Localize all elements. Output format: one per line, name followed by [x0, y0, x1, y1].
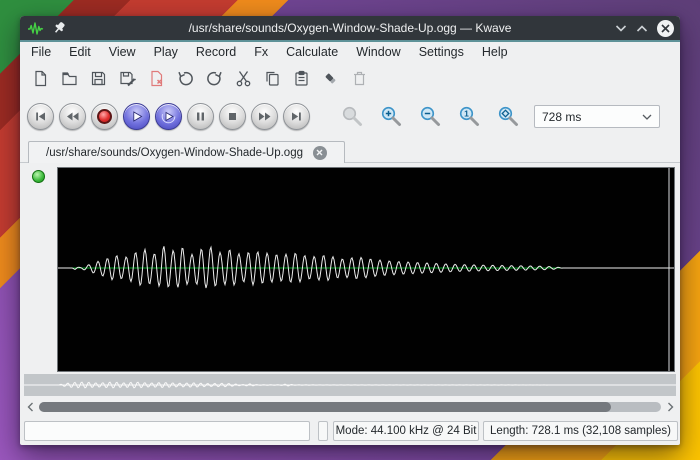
zoom-in-icon[interactable] — [380, 105, 403, 128]
copy-icon — [263, 69, 282, 88]
loop-button[interactable] — [155, 103, 182, 130]
delete-button[interactable] — [345, 64, 374, 93]
close-window-button[interactable] — [657, 20, 674, 37]
channel-led-indicator — [32, 170, 45, 183]
copy-button[interactable] — [258, 64, 287, 93]
zoom-normal-icon[interactable]: 1 — [458, 105, 481, 128]
menu-record[interactable]: Record — [187, 43, 245, 61]
forward-button[interactable] — [251, 103, 278, 130]
menu-file[interactable]: File — [22, 43, 60, 61]
stop-icon — [226, 110, 239, 123]
zoom-tools: 1 — [341, 105, 520, 128]
scroll-left-button[interactable] — [24, 401, 36, 413]
chevron-left-icon — [27, 402, 34, 412]
zoom-level-value: 728 ms — [542, 110, 642, 124]
scrollbar-thumb[interactable] — [39, 402, 611, 412]
save-button[interactable] — [84, 64, 113, 93]
new-file-button[interactable] — [26, 64, 55, 93]
pause-icon — [194, 110, 207, 123]
cut-icon — [234, 69, 253, 88]
menubar: File Edit View Play Record Fx Calculate … — [20, 42, 680, 62]
scrollbar-track[interactable] — [39, 402, 661, 412]
rewind-icon — [66, 110, 79, 123]
kwave-window: /usr/share/sounds/Oxygen-Window-Shade-Up… — [20, 16, 680, 445]
horizontal-scrollbar[interactable] — [24, 399, 676, 414]
close-icon — [661, 24, 670, 33]
pause-button[interactable] — [187, 103, 214, 130]
new-file-icon — [31, 69, 50, 88]
menu-play[interactable]: Play — [145, 43, 187, 61]
chevron-down-icon — [642, 114, 652, 120]
menu-view[interactable]: View — [100, 43, 145, 61]
statusbar: Mode: 44.100 kHz @ 24 Bit Length: 728.1 … — [20, 421, 680, 441]
play-button[interactable] — [123, 103, 150, 130]
skip-to-end-icon — [290, 110, 303, 123]
zoom-to-selection-icon[interactable] — [341, 105, 364, 128]
chevron-right-icon — [667, 402, 674, 412]
redo-icon — [205, 69, 224, 88]
signal-view[interactable] — [57, 167, 675, 372]
stop-button[interactable] — [219, 103, 246, 130]
overview-strip[interactable] — [24, 374, 676, 396]
waveform — [58, 168, 674, 371]
tab-close-button[interactable] — [313, 146, 327, 160]
record-icon — [97, 109, 112, 124]
file-tab-label: /usr/share/sounds/Oxygen-Window-Shade-Up… — [46, 147, 303, 159]
cut-button[interactable] — [229, 64, 258, 93]
save-icon — [89, 69, 108, 88]
menu-settings[interactable]: Settings — [410, 43, 473, 61]
file-tab[interactable]: /usr/share/sounds/Oxygen-Window-Shade-Up… — [28, 141, 345, 163]
close-file-icon — [147, 69, 166, 88]
maximize-icon[interactable] — [636, 24, 648, 33]
delete-trash-icon — [350, 69, 369, 88]
loop-icon — [161, 109, 176, 124]
save-as-icon — [118, 69, 137, 88]
paste-icon — [292, 69, 311, 88]
rewind-button[interactable] — [59, 103, 86, 130]
redo-button[interactable] — [200, 64, 229, 93]
menu-window[interactable]: Window — [347, 43, 409, 61]
close-file-button[interactable] — [142, 64, 171, 93]
open-file-button[interactable] — [55, 64, 84, 93]
forward-icon — [258, 110, 271, 123]
zoom-level-select[interactable]: 728 ms — [534, 105, 660, 128]
kwave-app-icon — [27, 21, 44, 36]
skip-to-start-icon — [34, 110, 47, 123]
zoom-out-icon[interactable] — [419, 105, 442, 128]
status-mode: Mode: 44.100 kHz @ 24 Bit — [333, 421, 479, 441]
play-icon — [130, 110, 143, 123]
status-length: Length: 728.1 ms (32,108 samples) — [483, 421, 678, 441]
undo-icon — [176, 69, 195, 88]
scroll-right-button[interactable] — [664, 401, 676, 413]
paste-button[interactable] — [287, 64, 316, 93]
file-toolbar — [20, 62, 680, 95]
menu-edit[interactable]: Edit — [60, 43, 100, 61]
titlebar: /usr/share/sounds/Oxygen-Window-Shade-Up… — [20, 16, 680, 40]
overview-waveform — [24, 374, 676, 396]
save-as-button[interactable] — [113, 64, 142, 93]
minimize-icon[interactable] — [615, 24, 627, 33]
open-folder-icon — [60, 69, 79, 88]
skip-to-end-button[interactable] — [283, 103, 310, 130]
record-button[interactable] — [91, 103, 118, 130]
erase-icon — [321, 69, 340, 88]
erase-button[interactable] — [316, 64, 345, 93]
tab-close-icon — [316, 149, 323, 156]
svg-text:1: 1 — [464, 109, 469, 119]
skip-to-start-button[interactable] — [27, 103, 54, 130]
menu-fx[interactable]: Fx — [245, 43, 277, 61]
menu-help[interactable]: Help — [473, 43, 517, 61]
tabbar: /usr/share/sounds/Oxygen-Window-Shade-Up… — [20, 138, 680, 163]
pin-icon[interactable] — [52, 21, 67, 36]
zoom-all-icon[interactable] — [497, 105, 520, 128]
menu-calculate[interactable]: Calculate — [277, 43, 347, 61]
status-spacer — [318, 421, 328, 441]
window-title: /usr/share/sounds/Oxygen-Window-Shade-Up… — [20, 21, 680, 35]
playback-toolbar: 1 728 ms — [20, 95, 680, 138]
undo-button[interactable] — [171, 64, 200, 93]
status-progress-field — [24, 421, 310, 441]
